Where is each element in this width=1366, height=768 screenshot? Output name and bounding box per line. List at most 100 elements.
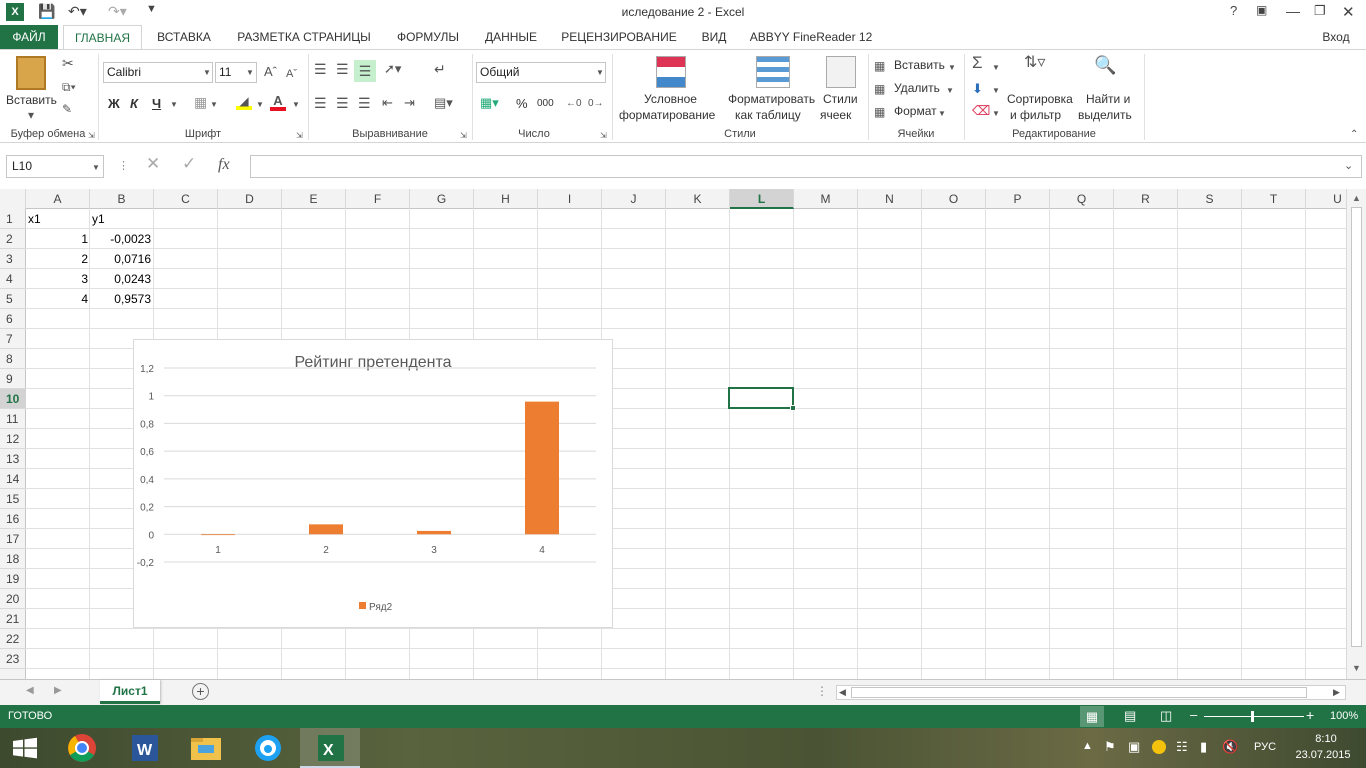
insert-function-button[interactable]: fx bbox=[218, 156, 230, 174]
number-launcher-icon[interactable]: ⇲ bbox=[600, 129, 607, 143]
fill-handle[interactable] bbox=[790, 405, 796, 411]
cell-b1[interactable]: y1 bbox=[92, 209, 105, 229]
column-header-j[interactable]: J bbox=[602, 189, 666, 209]
column-header-c[interactable]: C bbox=[154, 189, 218, 209]
cut-icon[interactable]: ✂ bbox=[62, 56, 74, 70]
row-header-12[interactable]: 12 bbox=[0, 429, 26, 449]
cell-b2[interactable]: -0,0023 bbox=[90, 229, 151, 249]
column-header-f[interactable]: F bbox=[346, 189, 410, 209]
format-painter-icon[interactable]: ✎ bbox=[62, 102, 72, 116]
paste-dropdown-icon[interactable]: ▾ bbox=[28, 108, 34, 122]
thousands-button[interactable]: 000 bbox=[537, 98, 554, 109]
merge-center-icon[interactable]: ▤▾ bbox=[434, 96, 453, 110]
tab-abbyy[interactable]: ABBYY FineReader 12 bbox=[746, 25, 876, 49]
align-left-icon[interactable]: ☰ bbox=[314, 96, 327, 110]
clock-time[interactable]: 8:10 bbox=[1296, 733, 1356, 745]
normal-view-icon[interactable]: ▦ bbox=[1080, 706, 1104, 727]
font-name-box[interactable]: Calibri bbox=[103, 62, 213, 83]
network-icon[interactable]: ☷ bbox=[1176, 739, 1188, 755]
row-header-1[interactable]: 1 bbox=[0, 209, 26, 229]
input-language[interactable]: РУС bbox=[1254, 741, 1276, 753]
conditional-format-label[interactable]: Условное bbox=[644, 92, 697, 106]
increase-decimal-icon[interactable]: ←0 bbox=[566, 97, 582, 111]
column-header-h[interactable]: H bbox=[474, 189, 538, 209]
sort-filter-icon[interactable]: ⇅▿ bbox=[1024, 55, 1045, 71]
column-header-p[interactable]: P bbox=[986, 189, 1050, 209]
font-launcher-icon[interactable]: ⇲ bbox=[296, 129, 303, 143]
tab-formulas[interactable]: ФОРМУЛЫ bbox=[390, 25, 466, 49]
tray-up-icon[interactable]: ▲ bbox=[1082, 740, 1093, 752]
select-all-button[interactable] bbox=[0, 189, 26, 209]
alignment-launcher-icon[interactable]: ⇲ bbox=[460, 129, 467, 143]
cell-b5[interactable]: 0,9573 bbox=[90, 289, 151, 309]
sheet-tab-list1[interactable]: Лист1 bbox=[100, 680, 160, 704]
delete-cells-button[interactable]: Удалить bbox=[894, 81, 940, 95]
delete-dropdown-icon[interactable]: ▼ bbox=[946, 84, 954, 98]
percent-button[interactable]: % bbox=[516, 96, 528, 111]
wrap-text-icon[interactable]: ↵ bbox=[434, 62, 446, 76]
italic-button[interactable]: К bbox=[130, 96, 138, 111]
close-button[interactable]: ✕ bbox=[1342, 3, 1355, 21]
column-header-m[interactable]: M bbox=[794, 189, 858, 209]
cell-a3[interactable]: 2 bbox=[26, 249, 88, 269]
collapse-ribbon-icon[interactable]: ⌃ bbox=[1350, 128, 1358, 142]
column-header-a[interactable]: A bbox=[26, 189, 90, 209]
signin-link[interactable]: Вход bbox=[1306, 25, 1366, 49]
shrink-font-icon[interactable]: Aˇ bbox=[286, 67, 297, 81]
row-header-7[interactable]: 7 bbox=[0, 329, 26, 349]
column-header-o[interactable]: O bbox=[922, 189, 986, 209]
row-header-17[interactable]: 17 bbox=[0, 529, 26, 549]
cell-b4[interactable]: 0,0243 bbox=[90, 269, 151, 289]
find-select-button[interactable]: выделить bbox=[1078, 108, 1132, 122]
scroll-up-icon[interactable]: ▲ bbox=[1352, 193, 1361, 203]
cell-a2[interactable]: 1 bbox=[26, 229, 88, 249]
row-header-6[interactable]: 6 bbox=[0, 309, 26, 329]
font-color-icon[interactable]: A bbox=[270, 94, 286, 111]
column-header-k[interactable]: K bbox=[666, 189, 730, 209]
expand-formula-bar-icon[interactable]: ⌄ bbox=[1344, 159, 1353, 173]
font-name-dropdown-icon[interactable]: ▼ bbox=[203, 66, 211, 80]
autosum-dropdown-icon[interactable]: ▼ bbox=[992, 61, 1000, 75]
paste-button[interactable]: Вставить bbox=[6, 93, 57, 107]
horizontal-scroll-thumb[interactable] bbox=[851, 687, 1307, 698]
cell-styles-icon[interactable] bbox=[826, 56, 856, 88]
clock-date[interactable]: 23.07.2015 bbox=[1290, 749, 1356, 761]
autosum-icon[interactable]: Σ bbox=[972, 54, 983, 71]
formula-options-icon[interactable]: ⋮ bbox=[118, 159, 129, 173]
column-header-b[interactable]: B bbox=[90, 189, 154, 209]
borders-dropdown-icon[interactable]: ▼ bbox=[210, 98, 218, 112]
restore-button[interactable]: ❐ bbox=[1314, 3, 1326, 19]
next-sheet-icon[interactable]: ▶ bbox=[54, 685, 62, 696]
row-header-13[interactable]: 13 bbox=[0, 449, 26, 469]
currency-icon[interactable]: ▦▾ bbox=[480, 96, 499, 110]
column-header-d[interactable]: D bbox=[218, 189, 282, 209]
volume-muted-icon[interactable]: 🔇 bbox=[1222, 739, 1238, 755]
row-header-3[interactable]: 3 bbox=[0, 249, 26, 269]
scroll-right-icon[interactable]: ▶ bbox=[1333, 687, 1340, 698]
page-layout-view-icon[interactable]: ▤ bbox=[1124, 708, 1136, 724]
font-size-dropdown-icon[interactable]: ▼ bbox=[246, 66, 254, 80]
horizontal-scrollbar[interactable]: ◀ ▶ bbox=[836, 685, 1346, 700]
clipboard-launcher-icon[interactable]: ⇲ bbox=[88, 129, 95, 143]
row-header-2[interactable]: 2 bbox=[0, 229, 26, 249]
tray-flag-icon[interactable]: ⚑ bbox=[1104, 739, 1116, 755]
zoom-slider-track[interactable] bbox=[1204, 716, 1304, 717]
zoom-out-button[interactable]: – bbox=[1190, 707, 1197, 722]
find-select-icon[interactable]: 🔍 bbox=[1094, 56, 1116, 74]
name-box-dropdown-icon[interactable]: ▼ bbox=[92, 161, 100, 175]
fill-dropdown-icon[interactable]: ▼ bbox=[992, 84, 1000, 98]
start-button[interactable] bbox=[0, 728, 60, 768]
zoom-level[interactable]: 100% bbox=[1330, 710, 1358, 722]
column-header-s[interactable]: S bbox=[1178, 189, 1242, 209]
insert-dropdown-icon[interactable]: ▼ bbox=[948, 61, 956, 75]
tab-view[interactable]: ВИД bbox=[692, 25, 736, 49]
battery-icon[interactable]: ▮ bbox=[1200, 739, 1207, 755]
vertical-scroll-thumb[interactable] bbox=[1351, 207, 1362, 647]
cell-b3[interactable]: 0,0716 bbox=[90, 249, 151, 269]
row-header-20[interactable]: 20 bbox=[0, 589, 26, 609]
insert-cells-button[interactable]: Вставить bbox=[894, 58, 945, 72]
format-cells-button[interactable]: Формат bbox=[894, 104, 937, 118]
formula-input[interactable] bbox=[250, 155, 1362, 178]
align-bottom-icon[interactable]: ☰ bbox=[354, 60, 376, 82]
align-center-icon[interactable]: ☰ bbox=[336, 96, 349, 110]
